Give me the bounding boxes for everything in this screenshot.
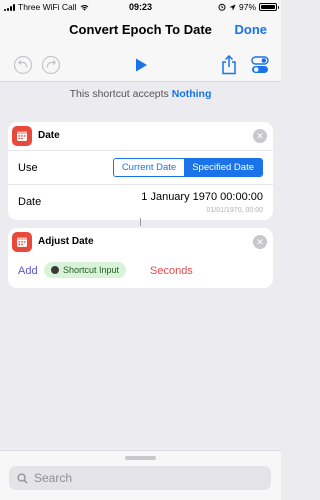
date-formatted-hint: 01/01/1970, 00:00 <box>206 207 263 214</box>
date-label: Date <box>18 196 42 208</box>
status-right: 97% <box>218 2 279 12</box>
search-icon <box>17 472 28 484</box>
date-action-header: Date ✕ <box>8 122 273 150</box>
date-value-field[interactable]: 1 January 1970 00:00:00 <box>141 191 263 203</box>
segment-current-date[interactable]: Current Date <box>113 159 185 176</box>
battery-icon <box>259 3 279 11</box>
done-button[interactable]: Done <box>235 22 268 37</box>
settings-toggle-icon[interactable] <box>249 54 271 76</box>
adjust-date-title: Adjust Date <box>38 236 94 247</box>
search-bar[interactable] <box>9 466 271 490</box>
date-action-card: Date ✕ Use Current Date Specified Date D… <box>8 122 273 220</box>
remove-date-action-button[interactable]: ✕ <box>253 129 267 143</box>
calendar-icon <box>12 232 32 252</box>
share-icon[interactable] <box>218 54 240 76</box>
use-label: Use <box>18 162 38 174</box>
location-icon <box>229 3 236 11</box>
alarm-icon <box>218 3 226 11</box>
use-row: Use Current Date Specified Date <box>8 150 273 184</box>
calendar-icon <box>12 126 32 146</box>
play-icon[interactable] <box>130 54 152 76</box>
segment-specified-date[interactable]: Specified Date <box>184 159 262 176</box>
operation-add-button[interactable]: Add <box>18 265 38 277</box>
variable-label: Shortcut Input <box>63 265 120 275</box>
date-row: Date 1 January 1970 00:00:00 01/01/1970,… <box>8 184 273 220</box>
date-action-title: Date <box>38 130 60 141</box>
battery-percent: 97% <box>238 2 256 12</box>
editor-toolbar <box>0 48 281 82</box>
variable-icon <box>51 266 59 274</box>
adjust-parameters-row: Add Shortcut Input Seconds <box>8 256 273 288</box>
redo-icon[interactable] <box>40 54 62 76</box>
shortcut-input-variable-chip[interactable]: Shortcut Input <box>44 262 127 278</box>
search-input[interactable] <box>34 471 234 485</box>
status-bar: Three WiFi Call 09:23 97% <box>0 0 281 14</box>
adjust-date-action-card: Adjust Date ✕ Add Shortcut Input Seconds <box>8 228 273 288</box>
actions-drawer <box>0 450 281 500</box>
battery-fill <box>261 5 275 9</box>
input-type-banner: This shortcut accepts Nothing <box>0 88 281 100</box>
accepts-label: This shortcut accepts <box>69 88 169 100</box>
date-source-segmented-control: Current Date Specified Date <box>112 158 263 177</box>
unit-seconds-button[interactable]: Seconds <box>150 265 193 277</box>
adjust-date-header: Adjust Date ✕ <box>8 228 273 256</box>
nav-bar: Convert Epoch To Date Done <box>0 14 281 48</box>
accepts-value-link[interactable]: Nothing <box>172 88 212 100</box>
undo-icon[interactable] <box>12 54 34 76</box>
remove-adjust-action-button[interactable]: ✕ <box>253 235 267 249</box>
action-connector <box>140 218 141 226</box>
drawer-handle[interactable] <box>125 456 156 460</box>
